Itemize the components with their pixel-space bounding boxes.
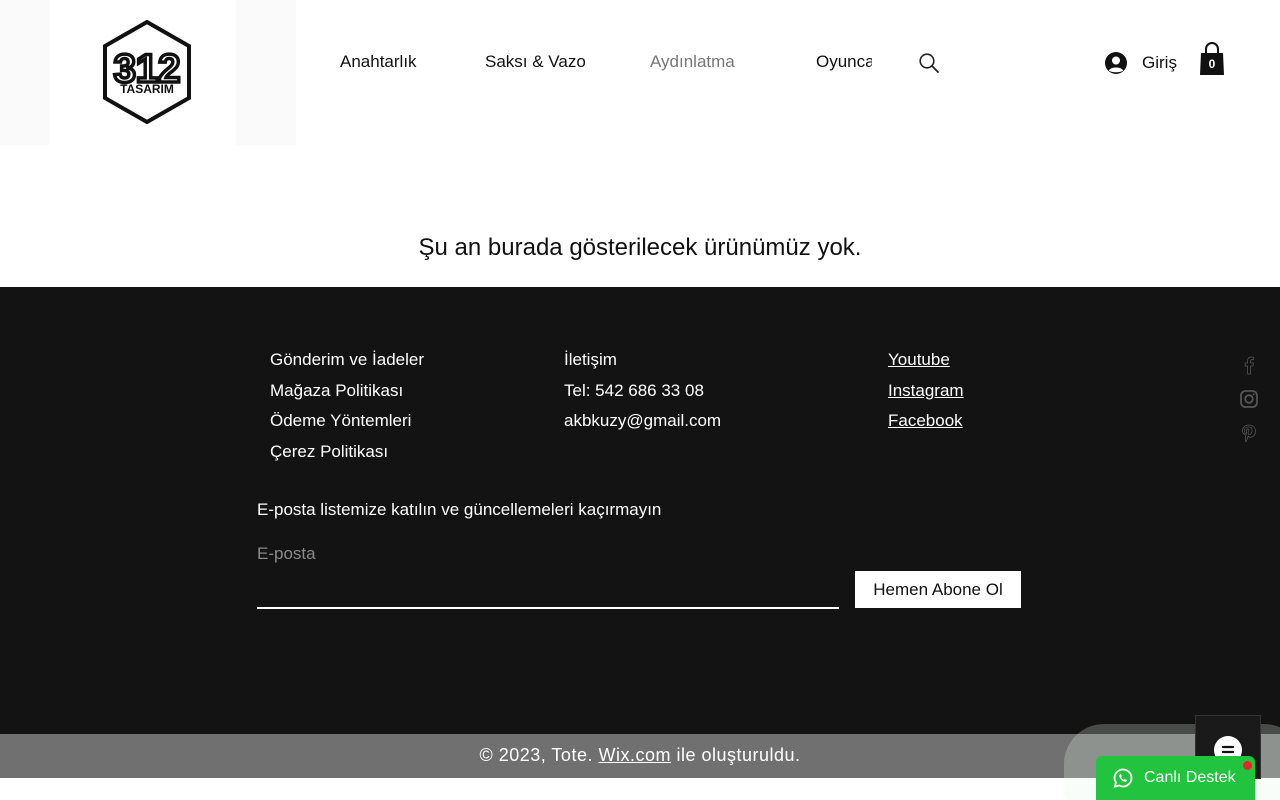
email-input[interactable] [257, 567, 839, 609]
email-label: E-posta [257, 544, 316, 563]
whatsapp-icon [1113, 768, 1133, 788]
site-header: 312 TASARIM Anahtarlık Saksı & Vazo Aydı… [0, 0, 1280, 145]
link-cookie-policy[interactable]: Çerez Politikası [270, 437, 424, 468]
live-support-button[interactable]: Canlı Destek [1096, 756, 1255, 800]
search-icon[interactable] [918, 52, 940, 74]
cart-count: 0 [1208, 57, 1216, 71]
empty-products-message: Şu an burada gösterilecek ürünümüz yok. [418, 234, 862, 261]
link-facebook[interactable]: Facebook [888, 406, 964, 437]
contact-email: akbkuzy@gmail.com [564, 411, 722, 430]
header-decor-right [236, 0, 296, 145]
nav-item-saksi-vazo[interactable]: Saksı & Vazo [485, 52, 586, 72]
copyright-suffix: ile oluşturuldu. [670, 745, 801, 765]
login-label: Giriş [1142, 53, 1177, 72]
live-support-label: Canlı Destek [1144, 769, 1236, 786]
link-instagram[interactable]: Instagram [888, 376, 964, 407]
site-footer: Gönderim ve İadeler Mağaza Politikası Öd… [0, 287, 1280, 734]
subscribe-button[interactable]: Hemen Abone Ol [855, 571, 1021, 608]
newsletter-title: E-posta listemize katılın ve güncellemel… [257, 500, 662, 519]
nav-item-anahtarlik[interactable]: Anahtarlık [340, 52, 417, 72]
policy-links: Gönderim ve İadeler Mağaza Politikası Öd… [270, 345, 424, 467]
nav-item-aydinlatma[interactable]: Aydınlatma [650, 52, 735, 72]
pinterest-icon[interactable] [1238, 422, 1260, 444]
logo-text: TASARIM [120, 82, 174, 96]
header-decor-left [0, 0, 50, 145]
cart-button[interactable]: 0 [1198, 42, 1226, 76]
login-button[interactable]: Giriş [1104, 50, 1177, 76]
link-shipping-returns[interactable]: Gönderim ve İadeler [270, 345, 424, 376]
facebook-icon[interactable] [1238, 354, 1260, 376]
copyright-prefix: © 2023, Tote. [479, 745, 599, 765]
link-youtube[interactable]: Youtube [888, 345, 964, 376]
main-nav: Anahtarlık Saksı & Vazo Aydınlatma Oyunc… [320, 40, 872, 84]
nav-item-oyuncak[interactable]: Oyunca [816, 52, 872, 72]
instagram-icon[interactable] [1238, 388, 1260, 410]
contact-title[interactable]: İletişim [564, 345, 721, 376]
notification-dot [1243, 761, 1252, 770]
link-store-policy[interactable]: Mağaza Politikası [270, 376, 424, 407]
social-text-links: Youtube Instagram Facebook [888, 345, 964, 437]
contact-info: İletişim Tel: 542 686 33 08 akbkuzy@gmai… [564, 345, 721, 437]
user-avatar-icon [1105, 52, 1127, 74]
wix-link[interactable]: Wix.com [598, 745, 671, 765]
contact-phone: Tel: 542 686 33 08 [564, 380, 704, 400]
brand-logo[interactable]: 312 TASARIM [102, 20, 192, 124]
link-payment-methods[interactable]: Ödeme Yöntemleri [270, 406, 424, 437]
